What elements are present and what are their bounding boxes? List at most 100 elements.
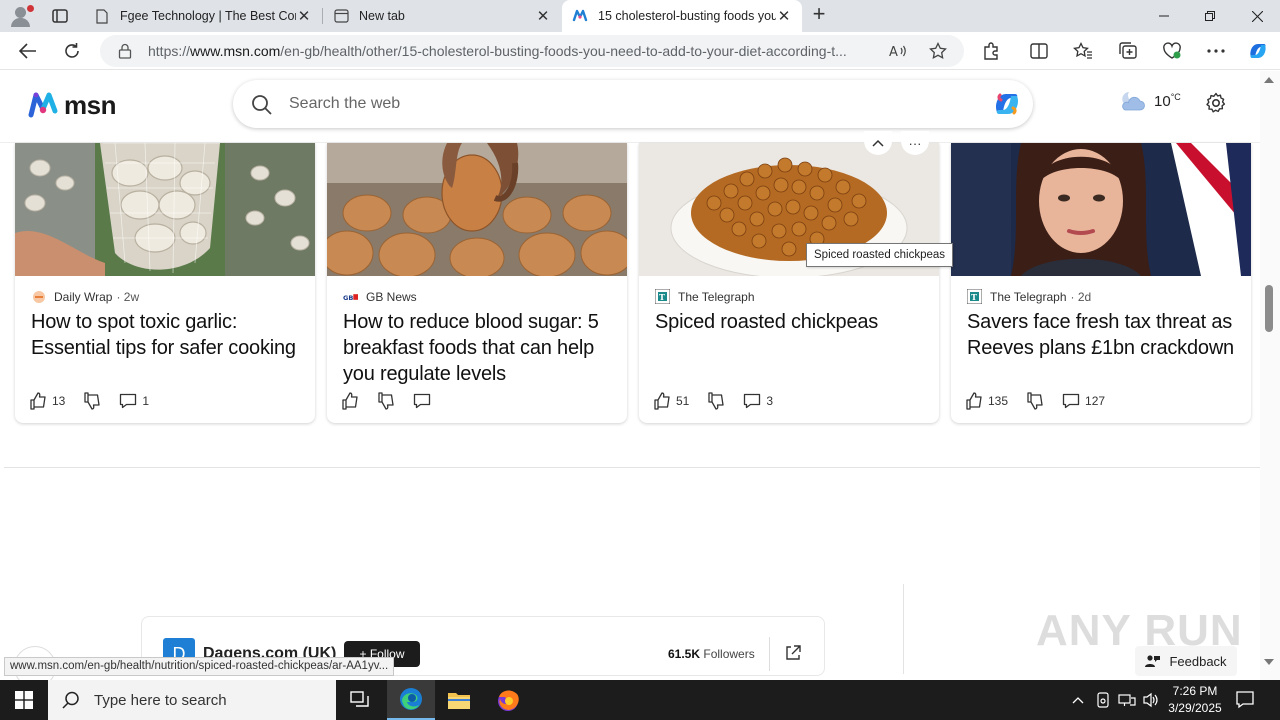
extensions-icon[interactable] xyxy=(980,41,1002,61)
article-source[interactable]: GB GB News xyxy=(343,289,417,304)
tab-actions-icon[interactable] xyxy=(50,7,70,25)
article-card[interactable]: T The Telegraph · 2d Savers face fresh t… xyxy=(951,143,1251,423)
dislike-button[interactable] xyxy=(377,392,395,410)
copilot-search-icon[interactable] xyxy=(991,88,1023,120)
close-tab-icon[interactable]: ✕ xyxy=(535,8,551,25)
split-screen-icon[interactable] xyxy=(1028,41,1050,61)
comment-button[interactable]: 127 xyxy=(1062,393,1105,409)
minimize-button[interactable] xyxy=(1141,0,1187,32)
vertical-scrollbar[interactable] xyxy=(1260,71,1280,680)
article-card[interactable]: GB GB News How to reduce blood sugar: 5 … xyxy=(327,143,627,423)
volume-icon[interactable] xyxy=(1140,680,1162,720)
partly-cloudy-night-icon xyxy=(1122,92,1145,111)
profile-avatar-icon[interactable] xyxy=(8,4,34,28)
thumbs-down-icon xyxy=(378,392,394,410)
more-options-icon[interactable] xyxy=(1205,41,1227,61)
thumbs-up-icon xyxy=(30,392,46,410)
weather-temperature: 10°C xyxy=(1154,92,1181,110)
article-source[interactable]: T The Telegraph · 2d xyxy=(967,289,1091,304)
new-tab-button[interactable]: + xyxy=(808,3,830,26)
close-tab-icon[interactable]: ✕ xyxy=(296,8,312,25)
close-window-button[interactable] xyxy=(1234,0,1280,32)
restore-button[interactable] xyxy=(1187,0,1233,32)
article-image-politician[interactable] xyxy=(951,143,1251,276)
settings-gear-icon[interactable] xyxy=(1205,92,1227,114)
search-placeholder[interactable]: Search the web xyxy=(289,95,400,113)
windows-start-button[interactable] xyxy=(0,680,48,720)
task-view-icon[interactable] xyxy=(336,680,384,720)
like-button[interactable]: 135 xyxy=(965,392,1008,410)
article-headline[interactable]: Savers face fresh tax threat as Reeves p… xyxy=(967,309,1242,361)
article-card[interactable]: Daily Wrap · 2w How to spot toxic garlic… xyxy=(15,143,315,423)
article-headline[interactable]: How to spot toxic garlic: Essential tips… xyxy=(31,309,306,361)
weather-widget[interactable]: 10°C xyxy=(1118,89,1181,113)
article-image-garlic[interactable] xyxy=(15,143,315,276)
open-external-icon[interactable] xyxy=(769,637,801,671)
favorites-icon[interactable] xyxy=(1072,41,1094,61)
source-name: The Telegraph xyxy=(990,289,1067,304)
firefox-icon[interactable] xyxy=(484,680,532,720)
back-button[interactable] xyxy=(14,38,42,64)
comment-count: 3 xyxy=(766,394,774,408)
article-headline[interactable]: How to reduce blood sugar: 5 breakfast f… xyxy=(343,309,618,387)
notification-center-icon[interactable] xyxy=(1234,688,1258,712)
collections-icon[interactable] xyxy=(1117,41,1139,61)
scroll-down-arrow-icon[interactable] xyxy=(1264,659,1274,665)
copilot-icon[interactable] xyxy=(1246,39,1270,63)
comment-button[interactable]: 1 xyxy=(119,393,149,409)
dislike-button[interactable] xyxy=(83,392,101,410)
dislike-button[interactable] xyxy=(707,392,725,410)
article-headline[interactable]: Spiced roasted chickpeas xyxy=(655,309,930,335)
like-button[interactable]: 13 xyxy=(29,392,65,410)
read-aloud-icon[interactable]: A xyxy=(888,41,908,61)
system-clock[interactable]: 7:26 PM 3/29/2025 xyxy=(1160,683,1230,717)
tab-newtab[interactable]: New tab ✕ xyxy=(323,0,561,32)
msn-logo[interactable]: msn xyxy=(28,89,116,121)
scrollbar-thumb[interactable] xyxy=(1265,285,1273,332)
status-bar-url: www.msn.com/en-gb/health/nutrition/spice… xyxy=(4,657,395,676)
like-count: 135 xyxy=(988,394,1009,408)
file-explorer-icon[interactable] xyxy=(435,680,483,720)
article-age: · 2w xyxy=(116,289,140,304)
tab-fgee[interactable]: Fgee Technology | The Best Com ✕ xyxy=(84,0,322,32)
daily-wrap-logo-icon xyxy=(31,289,46,304)
scroll-up-arrow-icon[interactable] xyxy=(1264,77,1274,83)
page-icon xyxy=(94,8,110,24)
article-image-eggs[interactable] xyxy=(327,143,627,276)
clock-time: 7:26 PM xyxy=(1172,684,1218,698)
comment-icon xyxy=(413,393,431,409)
article-actions: 13 1 xyxy=(29,392,159,410)
taskbar-search-box[interactable]: Type here to search xyxy=(48,680,336,720)
thumbs-up-icon xyxy=(654,392,670,410)
device-icon[interactable] xyxy=(1093,680,1113,720)
browser-essentials-icon[interactable] xyxy=(1161,41,1183,61)
show-hidden-icons-chevron-icon[interactable] xyxy=(1068,680,1088,720)
like-button[interactable] xyxy=(341,392,359,410)
feedback-button[interactable]: Feedback xyxy=(1135,646,1237,676)
thumbs-down-icon xyxy=(1027,392,1043,410)
url-text[interactable]: https://www.msn.com/en-gb/health/other/1… xyxy=(148,43,928,59)
comment-icon xyxy=(744,393,761,409)
address-bar[interactable]: https://www.msn.com/en-gb/health/other/1… xyxy=(100,35,964,67)
dislike-button[interactable] xyxy=(1026,392,1044,410)
like-button[interactable]: 51 xyxy=(653,392,689,410)
article-source[interactable]: T The Telegraph xyxy=(655,289,755,304)
close-tab-icon[interactable]: ✕ xyxy=(776,8,792,25)
telegraph-logo-icon: T xyxy=(967,289,982,304)
comment-button[interactable] xyxy=(413,393,431,409)
comment-button[interactable]: 3 xyxy=(743,393,773,409)
search-box[interactable]: Search the web xyxy=(233,80,1033,128)
feedback-label: Feedback xyxy=(1169,653,1227,669)
svg-text:T: T xyxy=(971,292,977,302)
article-card[interactable]: T The Telegraph Spiced roasted chickpeas… xyxy=(639,143,939,423)
refresh-button[interactable] xyxy=(58,38,86,64)
favorite-star-icon[interactable] xyxy=(928,41,948,61)
tab-msn-article[interactable]: 15 cholesterol-busting foods you ✕ xyxy=(562,0,802,32)
edge-taskbar-icon[interactable] xyxy=(387,680,435,720)
network-icon[interactable] xyxy=(1116,680,1138,720)
article-source[interactable]: Daily Wrap · 2w xyxy=(31,289,139,304)
hover-tooltip: Spiced roasted chickpeas xyxy=(806,243,954,267)
windows-logo-icon xyxy=(15,691,33,709)
lock-icon[interactable] xyxy=(118,43,132,64)
comment-count: 127 xyxy=(1085,394,1106,408)
